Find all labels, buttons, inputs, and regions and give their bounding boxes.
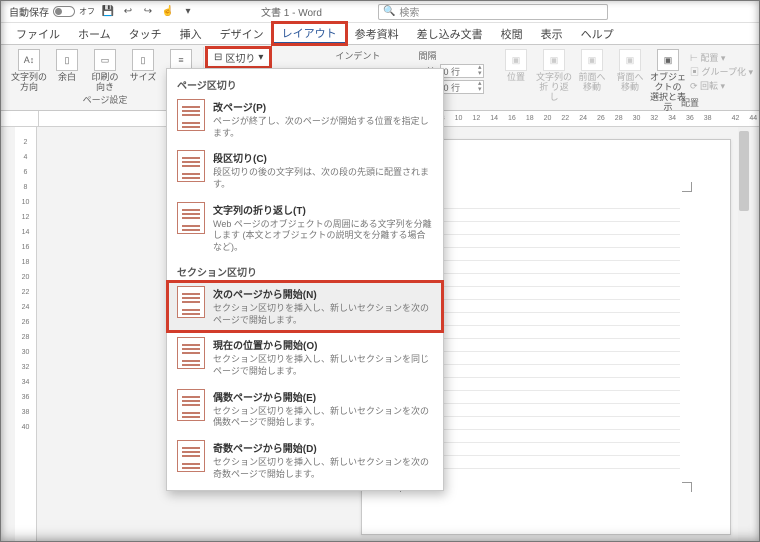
dropdown-section-header: セクション区切り — [167, 260, 443, 281]
breaks-button[interactable]: ⊟ 区切り ▾ — [208, 49, 269, 66]
breaks-item-desc: セクション区切りを挿入し、新しいセクションを次の奇数ページで開始します。 — [213, 457, 433, 480]
breaks-label: 区切り — [225, 50, 255, 65]
breaks-item-title: 改ページ(P) — [213, 99, 433, 114]
breaks-item-desc: セクション区切りを挿入し、新しいセクションを次の偶数ページで開始します。 — [213, 406, 433, 429]
breaks-item-0[interactable]: 改ページ(P) ページが終了し、次のページが開始する位置を指定します。 — [167, 94, 443, 145]
breaks-item-6[interactable]: 奇数ページから開始(D) セクション区切りを挿入し、新しいセクションを次の奇数ペー… — [167, 435, 443, 486]
tab-1[interactable]: ホーム — [69, 23, 120, 44]
scrollbar-thumb[interactable] — [739, 131, 749, 211]
breaks-item-desc: Web ページのオブジェクトの周囲にある文字列を分離します (本文とオブジェクト… — [213, 219, 433, 254]
breaks-item-title: 文字列の折り返し(T) — [213, 202, 433, 217]
breaks-item-1[interactable]: 段区切り(C) 段区切りの後の文字列は、次の段の先頭に配置されます。 — [167, 145, 443, 196]
document-title: 文書 1 - Word — [261, 4, 322, 19]
group-button: ▣ グループ化 ▾ — [690, 65, 753, 78]
breaks-item-title: 偶数ページから開始(E) — [213, 389, 433, 404]
breaks-item-5[interactable]: 偶数ページから開始(E) セクション区切りを挿入し、新しいセクションを次の偶数ペー… — [167, 384, 443, 435]
ruler-vertical: 246810121416182022242628303234363840 — [15, 127, 37, 541]
spacing-label: 間隔 — [418, 49, 484, 62]
breaks-item-title: 次のページから開始(N) — [213, 286, 433, 301]
align-button: ⊢ 配置 ▾ — [690, 51, 753, 64]
tab-10[interactable]: ヘルプ — [572, 23, 623, 44]
indent-label: インデント — [335, 49, 380, 62]
breaks-item-icon — [177, 389, 205, 421]
breaks-item-4[interactable]: 現在の位置から開始(O) セクション区切りを挿入し、新しいセクションを同じページで… — [167, 332, 443, 383]
redo-icon[interactable]: ↪ — [141, 5, 155, 19]
tab-2[interactable]: タッチ — [120, 23, 171, 44]
breaks-item-3[interactable]: 次のページから開始(N) セクション区切りを挿入し、新しいセクションを次のページで… — [167, 281, 443, 332]
tab-9[interactable]: 表示 — [532, 23, 572, 44]
breaks-item-icon — [177, 440, 205, 472]
search-box[interactable]: 🔍 検索 — [378, 4, 608, 20]
chevron-down-icon: ▾ — [258, 52, 263, 63]
breaks-item-2[interactable]: 文字列の折り返し(T) Web ページのオブジェクトの周囲にある文字列を分離します… — [167, 197, 443, 260]
tab-4[interactable]: デザイン — [211, 23, 273, 44]
autosave-toggle[interactable]: 自動保存 オフ — [9, 4, 95, 19]
autosave-label: 自動保存 — [9, 4, 49, 19]
breaks-item-desc: セクション区切りを挿入し、新しいセクションを次のページで開始します。 — [213, 303, 433, 326]
save-icon[interactable]: 💾 — [101, 5, 115, 19]
breaks-item-desc: ページが終了し、次のページが開始する位置を指定します。 — [213, 116, 433, 139]
breaks-item-icon — [177, 202, 205, 234]
wrap-text-button: ▣文字列の折 り返し — [536, 49, 572, 113]
tab-5[interactable]: レイアウト — [273, 23, 346, 44]
scrollbar-vertical[interactable] — [738, 127, 750, 541]
arrange-group: ▣位置 ▣文字列の折 り返し ▣前面へ 移動 ▣背面へ 移動 ▣オブジェクトの … — [498, 47, 753, 108]
undo-icon[interactable]: ↩ — [121, 5, 135, 19]
search-icon: 🔍 — [383, 6, 395, 17]
breaks-item-title: 現在の位置から開始(O) — [213, 337, 433, 352]
breaks-item-icon — [177, 286, 205, 318]
ribbon-tabstrip: ファイルホームタッチ挿入デザインレイアウト参考資料差し込み文書校閲表示ヘルプ — [1, 23, 759, 45]
margins-button[interactable]: ▯余白 — [49, 49, 85, 93]
tab-7[interactable]: 差し込み文書 — [408, 23, 492, 44]
breaks-item-desc: 段区切りの後の文字列は、次の段の先頭に配置されます。 — [213, 167, 433, 190]
breaks-item-icon — [177, 150, 205, 182]
arrange-group-label: 配置 — [681, 96, 699, 109]
rotate-button: ⟳ 回転 ▾ — [690, 79, 753, 92]
breaks-icon: ⊟ — [214, 52, 222, 63]
breaks-dropdown: ページ区切り改ページ(P) ページが終了し、次のページが開始する位置を指定します。… — [166, 68, 444, 491]
tab-0[interactable]: ファイル — [7, 23, 69, 44]
breaks-item-icon — [177, 337, 205, 369]
title-bar: 自動保存 オフ 💾 ↩ ↪ ☝ ▾ 文書 1 - Word 🔍 検索 — [1, 1, 759, 23]
breaks-item-icon — [177, 99, 205, 131]
tab-3[interactable]: 挿入 — [171, 23, 211, 44]
breaks-item-title: 段区切り(C) — [213, 150, 433, 165]
bring-forward-button: ▣前面へ 移動 — [574, 49, 610, 113]
toggle-icon — [53, 6, 75, 17]
dropdown-section-header: ページ区切り — [167, 73, 443, 94]
qat-more-icon[interactable]: ▾ — [181, 5, 195, 19]
tab-8[interactable]: 校閲 — [492, 23, 532, 44]
touch-mode-icon[interactable]: ☝ — [161, 5, 175, 19]
breaks-item-desc: セクション区切りを挿入し、新しいセクションを同じページで開始します。 — [213, 354, 433, 377]
orientation-button[interactable]: ▭印刷の 向き — [87, 49, 123, 93]
search-placeholder: 検索 — [399, 4, 419, 19]
breaks-item-title: 奇数ページから開始(D) — [213, 440, 433, 455]
text-direction-button[interactable]: A↕文字列の 方向 — [11, 49, 47, 93]
send-backward-button: ▣背面へ 移動 — [612, 49, 648, 113]
autosave-state: オフ — [79, 6, 95, 17]
tab-6[interactable]: 参考資料 — [346, 23, 408, 44]
size-button[interactable]: ▯サイズ — [125, 49, 161, 93]
position-button: ▣位置 — [498, 49, 534, 113]
